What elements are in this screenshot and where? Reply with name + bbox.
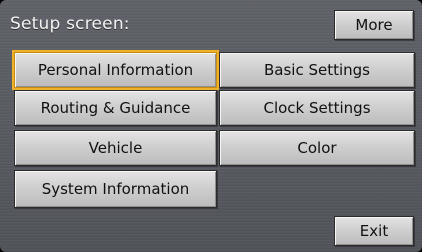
clock-settings-button[interactable]: Clock Settings [219,90,415,126]
system-information-button[interactable]: System Information [14,170,217,208]
basic-settings-button[interactable]: Basic Settings [219,52,415,88]
page-title: Setup screen: [10,14,130,34]
more-button[interactable]: More [334,10,414,40]
vehicle-button[interactable]: Vehicle [14,130,217,166]
exit-button[interactable]: Exit [334,216,414,246]
color-button[interactable]: Color [219,130,415,166]
setup-screen: Setup screen: More Personal Information … [0,0,422,252]
routing-guidance-button[interactable]: Routing & Guidance [14,90,217,126]
personal-information-button[interactable]: Personal Information [12,50,219,90]
